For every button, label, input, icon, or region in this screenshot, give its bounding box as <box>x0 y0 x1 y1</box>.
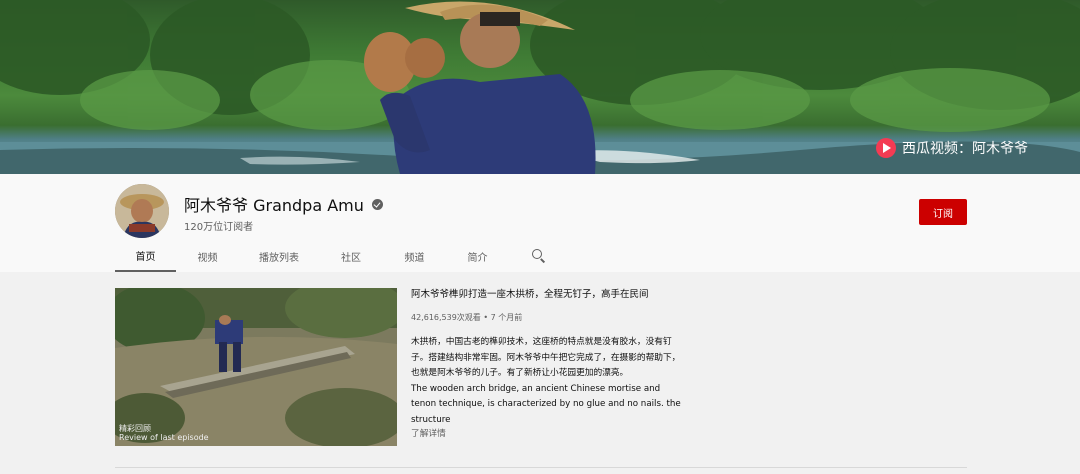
channel-title: 阿木爷爷 Grandpa Amu <box>184 192 383 216</box>
featured-video-title[interactable]: 阿木爷爷榫卯打造一座木拱桥，全程无钉子，高手在民间 <box>411 288 681 302</box>
channel-banner: 西瓜视频：阿木爷爷 <box>0 0 1080 174</box>
watermark-text: 西瓜视频：阿木爷爷 <box>902 141 1028 157</box>
featured-video-description-zh: 木拱桥，中国古老的榫卯技术，这座桥的特点就是没有胶水，没有钉子。搭建结构非常牢固… <box>411 337 681 378</box>
tab-about[interactable]: 简介 <box>446 240 509 272</box>
featured-video-meta: 42,616,539次观看 • 7 个月前 <box>411 313 523 322</box>
channel-page: 西瓜视频：阿木爷爷 阿木爷爷 Grandpa Amu 120万位订阅者 订阅 首… <box>0 0 1080 474</box>
channel-tabs: 首页 视频 播放列表 社区 频道 简介 <box>115 240 569 272</box>
featured-video-thumbnail[interactable]: 精彩回顾 Review of last episode <box>115 288 397 446</box>
tab-home[interactable]: 首页 <box>115 240 176 272</box>
channel-search-button[interactable] <box>509 240 569 272</box>
channel-name-text: 阿木爷爷 Grandpa Amu <box>184 196 364 215</box>
featured-video-description-en: The wooden arch bridge, an ancient Chine… <box>411 383 681 425</box>
featured-video-info: 阿木爷爷榫卯打造一座木拱桥，全程无钉子，高手在民间 42,616,539次观看 … <box>411 288 681 441</box>
read-more-link[interactable]: 了解详情 <box>411 428 681 441</box>
tab-playlists[interactable]: 播放列表 <box>239 240 319 272</box>
thumbnail-caption: 精彩回顾 Review of last episode <box>119 424 209 442</box>
tab-channels[interactable]: 频道 <box>383 240 446 272</box>
thumbnail-caption-zh: 精彩回顾 <box>119 424 151 433</box>
channel-header: 阿木爷爷 Grandpa Amu 120万位订阅者 订阅 首页 视频 播放列表 … <box>0 174 1080 272</box>
subscriber-count: 120万位订阅者 <box>184 222 254 233</box>
channel-avatar[interactable] <box>115 184 169 238</box>
tab-community[interactable]: 社区 <box>319 240 383 272</box>
thumbnail-caption-en: Review of last episode <box>119 433 209 442</box>
subscribe-button[interactable]: 订阅 <box>919 199 967 225</box>
search-icon <box>532 249 546 263</box>
thumbnail-scene <box>115 288 397 446</box>
verified-check-icon <box>371 198 383 210</box>
banner-watermark: 西瓜视频：阿木爷爷 <box>876 138 1028 158</box>
xigua-play-icon <box>876 138 896 158</box>
tab-videos[interactable]: 视频 <box>176 240 239 272</box>
section-divider <box>115 467 967 468</box>
